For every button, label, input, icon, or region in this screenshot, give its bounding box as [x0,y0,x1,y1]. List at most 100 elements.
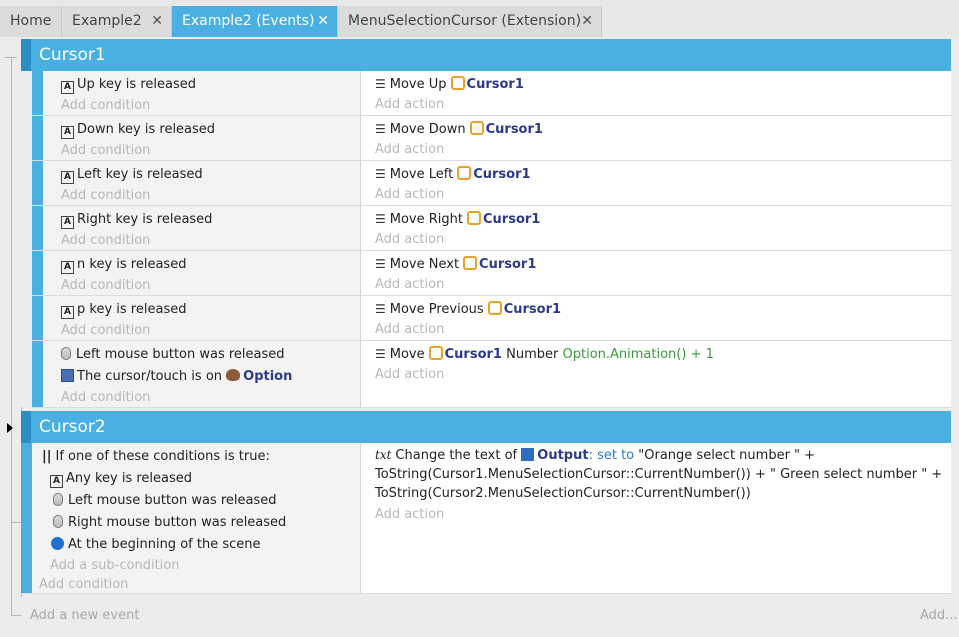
actions-cell[interactable]: ☰ Move Next Cursor1 Add action [362,251,951,295]
close-icon[interactable]: ✕ [581,6,593,37]
add-more-link[interactable]: Add... [920,608,958,623]
conditions-cell[interactable]: An key is released Add condition [43,251,361,295]
add-condition-link[interactable]: Add condition [39,577,128,592]
condition-text: The cursor/touch is on [77,369,223,384]
actions-cell[interactable]: ☰ Move Down Cursor1 Add action [362,116,951,160]
condition-key-released[interactable]: A Up key is released [61,77,196,94]
action-item[interactable]: ☰ Move Right Cursor1 [375,211,540,227]
or-condition[interactable]: || If one of these conditions is true: [42,449,270,464]
action-item[interactable]: ☰ Move Cursor1 Number Option.Animation() +… [375,346,714,362]
add-action-link[interactable]: Add action [375,507,444,522]
conditions-cell[interactable]: Left mouse button was released The curso… [43,341,361,407]
close-icon[interactable]: ✕ [151,6,163,37]
add-condition-link[interactable]: Add condition [61,143,150,158]
conditions-cell[interactable]: A Right key is released Add condition [43,206,361,250]
conditions-cell[interactable]: || If one of these conditions is true: AA… [32,443,361,593]
condition-text: key is released [117,122,216,137]
add-action-link[interactable]: Add action [375,97,444,112]
actions-cell[interactable]: ☰ Move Up Cursor1 Add action [362,71,951,115]
collapse-arrow-icon[interactable] [7,423,13,433]
list-icon: ☰ [375,77,386,91]
tab-example2[interactable]: Example2 ✕ [62,6,172,37]
add-sub-condition-link[interactable]: Add a sub-condition [50,558,179,573]
object-name: Cursor1 [466,77,524,92]
group-header-cursor2[interactable]: Cursor2 [21,411,951,443]
cursor-icon [61,369,74,382]
action-item[interactable]: ☰ Move Left Cursor1 [375,166,531,182]
action-item[interactable]: txt Change the text of Output: set to "Or… [375,448,815,463]
event-row[interactable]: || If one of these conditions is true: AA… [21,443,951,594]
add-condition-link[interactable]: Add condition [61,323,150,338]
group-bar [21,411,31,443]
tab-menuselectioncursor-extension[interactable]: MenuSelectionCursor (Extension) ✕ [338,6,602,37]
actions-cell[interactable]: ☰ Move Previous Cursor1 Add action [362,296,951,340]
condition-text: key is released [115,212,213,227]
action-item[interactable]: ☰ Move Down Cursor1 [375,121,543,137]
condition-text: At the beginning of the scene [68,537,261,552]
add-new-event-link[interactable]: Add a new event [30,608,139,623]
key-name: n [77,257,86,272]
add-action-link[interactable]: Add action [375,322,444,337]
add-condition-link[interactable]: Add condition [61,98,150,113]
condition-key-released[interactable]: A Left key is released [61,167,203,184]
action-text: Move Right [389,212,463,227]
subcondition-right-mouse[interactable]: Right mouse button was released [53,515,286,530]
actions-cell[interactable]: ☰ Move Right Cursor1 Add action [362,206,951,250]
condition-text: key is released [105,167,203,182]
add-action-link[interactable]: Add action [375,142,444,157]
add-action-link[interactable]: Add action [375,367,444,382]
add-condition-link[interactable]: Add condition [61,278,150,293]
action-item[interactable]: ☰ Move Up Cursor1 [375,76,524,92]
condition-text: key is released [98,77,196,92]
event-bar [21,443,32,593]
close-icon[interactable]: ✕ [317,6,329,37]
param-label: Number [506,347,559,362]
condition-cursor-on-object[interactable]: The cursor/touch is on Option [61,369,292,384]
event-row[interactable]: A Left key is released Add condition ☰ Mov… [32,161,951,206]
action-item[interactable]: ☰ Move Next Cursor1 [375,256,536,272]
event-row[interactable]: Left mouse button was released The curso… [32,341,951,408]
object-icon [463,256,478,270]
add-action-link[interactable]: Add action [375,187,444,202]
add-condition-link[interactable]: Add condition [61,233,150,248]
action-text: Move Down [389,122,466,137]
actions-cell[interactable]: ☰ Move Left Cursor1 Add action [362,161,951,205]
action-expression-line: ToString(Cursor1.MenuSelectionCursor::Cu… [375,467,943,482]
conditions-cell[interactable]: Ap key is released Add condition [43,296,361,340]
subcondition-any-key[interactable]: A Any key is released [50,471,192,488]
subcondition-left-mouse[interactable]: Left mouse button was released [53,493,277,508]
event-bar [32,161,43,205]
condition-mouse-released[interactable]: Left mouse button was released [61,347,285,362]
conditions-cell[interactable]: A Up key is released Add condition [43,71,361,115]
add-action-link[interactable]: Add action [375,277,444,292]
event-row[interactable]: An key is released Add condition ☰ Move N… [32,251,951,296]
add-condition-link[interactable]: Add condition [61,188,150,203]
option-object-icon [226,369,241,381]
add-condition-link[interactable]: Add condition [61,390,150,405]
conditions-cell[interactable]: A Left key is released Add condition [43,161,361,205]
action-item[interactable]: ☰ Move Previous Cursor1 [375,301,561,317]
event-row[interactable]: A Up key is released Add condition ☰ Move … [32,71,951,116]
conditions-cell[interactable]: A Down key is released Add condition [43,116,361,160]
event-row[interactable]: Ap key is released Add condition ☰ Move P… [32,296,951,341]
actions-cell[interactable]: ☰ Move Cursor1 Number Option.Animation() +… [362,341,951,407]
condition-key-released[interactable]: A Down key is released [61,122,215,139]
add-action-link[interactable]: Add action [375,232,444,247]
actions-cell[interactable]: txt Change the text of Output: set to "Or… [362,443,951,593]
action-text: Change the text of [395,448,518,463]
condition-key-released[interactable]: An key is released [61,257,186,274]
tab-example2-events[interactable]: Example2 (Events) ✕ [172,6,338,37]
group-header-cursor1[interactable]: Cursor1 [21,39,951,71]
list-icon: ☰ [375,122,386,136]
tab-home[interactable]: Home [0,6,62,37]
event-row[interactable]: A Right key is released Add condition ☰ Mo… [32,206,951,251]
condition-key-released[interactable]: Ap key is released [61,302,186,319]
subcondition-scene-start[interactable]: At the beginning of the scene [51,537,260,552]
object-name: Cursor1 [483,212,541,227]
event-bar [32,71,43,115]
condition-key-released[interactable]: A Right key is released [61,212,212,229]
tab-label: Example2 (Events) [182,13,315,29]
object-icon [450,76,465,90]
action-text: Move Left [389,167,454,182]
event-row[interactable]: A Down key is released Add condition ☰ Mov… [32,116,951,161]
